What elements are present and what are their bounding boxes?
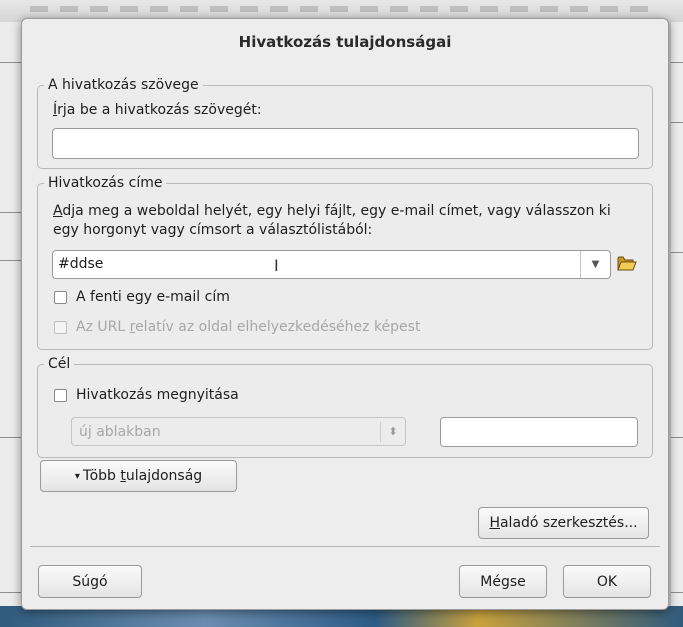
ok-button[interactable]: OK — [563, 565, 651, 598]
link-text-legend: A hivatkozás szövege — [48, 77, 199, 93]
email-checkbox-label: A fenti egy e-mail cím — [76, 289, 230, 305]
relative-url-checkbox-label: Az URL relatív az oldal elhelyezkedéséhe… — [76, 319, 421, 335]
background-left-edge — [0, 22, 22, 607]
link-address-combobox[interactable]: #ddse I ▼ — [52, 250, 611, 279]
more-properties-label: Több tulajdonság — [82, 468, 203, 484]
advanced-edit-label: Haladó szerkesztés... — [489, 515, 638, 531]
chevron-down-icon[interactable]: ▼ — [580, 251, 610, 278]
email-checkbox-box[interactable] — [54, 290, 67, 304]
open-link-checkbox-label: Hivatkozás megnyitása — [76, 387, 239, 403]
dialog-title: Hivatkozás tulajdonságai — [238, 33, 452, 51]
email-checkbox[interactable]: A fenti egy e-mail cím — [54, 289, 230, 305]
cancel-button[interactable]: Mégse — [459, 565, 547, 598]
link-address-value: #ddse — [58, 256, 104, 272]
more-properties-button[interactable]: ▾ Több tulajdonság — [40, 460, 237, 492]
target-legend: Cél — [48, 356, 71, 372]
help-button[interactable]: Súgó — [38, 565, 142, 598]
link-text-input[interactable] — [52, 128, 639, 159]
open-link-checkbox[interactable]: Hivatkozás megnyitása — [54, 387, 239, 403]
up-down-arrows-icon: ⬍ — [380, 422, 405, 442]
background-right-edge — [671, 22, 683, 607]
advanced-edit-button[interactable]: Haladó szerkesztés... — [478, 507, 649, 539]
open-link-checkbox-box[interactable] — [54, 388, 67, 402]
open-folder-icon[interactable] — [617, 254, 637, 272]
relative-url-checkbox: Az URL relatív az oldal elhelyezkedéséhe… — [54, 319, 420, 335]
link-properties-dialog: Hivatkozás tulajdonságai A hivatkozás sz… — [21, 18, 669, 610]
link-address-legend: Hivatkozás címe — [48, 175, 163, 191]
button-separator — [30, 546, 660, 547]
text-cursor-icon: I — [274, 256, 279, 275]
relative-url-checkbox-box — [54, 320, 67, 334]
window-select-value: új ablakban — [79, 424, 161, 440]
link-address-prompt-line2: egy horgonyt vagy címsort a választólist… — [53, 222, 373, 238]
link-address-prompt-line1: Adja meg a weboldal helyét, egy helyi fá… — [53, 203, 611, 219]
frame-name-input[interactable] — [440, 417, 638, 447]
link-text-prompt: Írja be a hivatkozás szövegét: — [53, 102, 262, 118]
chevron-down-icon: ▾ — [74, 470, 80, 482]
window-select: új ablakban ⬍ — [71, 417, 406, 446]
background-ghost-text — [30, 6, 650, 12]
